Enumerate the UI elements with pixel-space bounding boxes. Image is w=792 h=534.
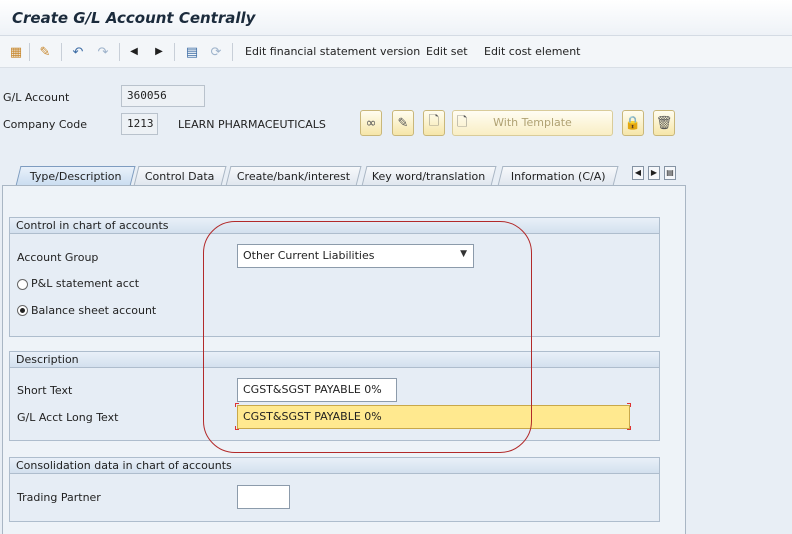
- overview-icon[interactable]: ▦: [8, 43, 24, 61]
- field-corner-marker: [235, 426, 239, 430]
- chevron-down-icon: ▼: [460, 249, 467, 259]
- field-corner-marker: [235, 403, 239, 407]
- toolbar-separator: [174, 43, 175, 61]
- toolbar-separator: [119, 43, 120, 61]
- company-code-label: Company Code: [3, 118, 87, 131]
- edit-set-button[interactable]: Edit set: [426, 45, 468, 58]
- lock-icon[interactable]: 🔒: [622, 110, 644, 136]
- tab-list-icon[interactable]: ▤: [664, 166, 676, 180]
- tab-label: Type/Description: [29, 170, 122, 183]
- tab-key-word-translation[interactable]: Key word/translation: [361, 166, 497, 186]
- tab-create-bank-interest[interactable]: Create/bank/interest: [225, 166, 362, 186]
- pencil-icon[interactable]: ✎: [392, 110, 414, 136]
- control-group-title: Control in chart of accounts: [9, 217, 660, 234]
- with-template-label: With Template: [493, 116, 572, 129]
- company-name: LEARN PHARMACEUTICALS: [178, 118, 326, 131]
- account-group-dropdown[interactable]: Other Current Liabilities ▼: [237, 244, 474, 268]
- field-corner-marker: [627, 403, 631, 407]
- account-group-label: Account Group: [17, 251, 99, 264]
- trash-icon[interactable]: 🗑: [653, 110, 675, 136]
- field-corner-marker: [627, 426, 631, 430]
- long-text-label: G/L Acct Long Text: [17, 411, 119, 424]
- template-document-icon: 🗋: [457, 115, 468, 130]
- gl-account-label: G/L Account: [3, 91, 70, 104]
- tab-label: Control Data: [145, 170, 215, 183]
- short-text-label: Short Text: [17, 384, 73, 397]
- trading-partner-label: Trading Partner: [17, 491, 101, 504]
- document-icon[interactable]: ▤: [183, 43, 201, 61]
- gl-account-field[interactable]: 360056: [121, 85, 205, 107]
- account-group-value: Other Current Liabilities: [243, 249, 375, 262]
- tab-label: Create/bank/interest: [236, 170, 350, 183]
- balance-sheet-label: Balance sheet account: [31, 304, 157, 317]
- edit-fs-version-button[interactable]: Edit financial statement version: [245, 45, 420, 58]
- pl-statement-label: P&L statement acct: [31, 277, 140, 290]
- previous-icon[interactable]: ◀: [127, 43, 141, 61]
- undo-icon[interactable]: ↶: [69, 43, 87, 61]
- short-text-input[interactable]: CGST&SGST PAYABLE 0%: [237, 378, 397, 402]
- long-text-input[interactable]: CGST&SGST PAYABLE 0%: [237, 405, 630, 429]
- toolbar-separator: [232, 43, 233, 61]
- consolidation-group-title: Consolidation data in chart of accounts: [9, 457, 660, 474]
- balance-sheet-radio[interactable]: [17, 305, 28, 316]
- page-title: Create G/L Account Centrally: [12, 9, 256, 27]
- tab-label: Information (C/A): [510, 170, 606, 183]
- tab-control-data[interactable]: Control Data: [133, 166, 227, 186]
- toolbar-separator: [61, 43, 62, 61]
- pl-statement-radio[interactable]: [17, 279, 28, 290]
- glasses-icon[interactable]: ∞: [360, 110, 382, 136]
- change-icon[interactable]: ✎: [36, 43, 54, 61]
- redo-icon[interactable]: ↷: [94, 43, 112, 61]
- new-document-icon[interactable]: 🗋: [423, 110, 445, 136]
- tab-type-description[interactable]: Type/Description: [15, 166, 136, 186]
- tab-information-ca[interactable]: Information (C/A): [497, 166, 619, 186]
- tab-scroll-left-icon[interactable]: ◀: [632, 166, 644, 180]
- company-code-field[interactable]: 1213: [121, 113, 158, 135]
- edit-cost-element-button[interactable]: Edit cost element: [484, 45, 580, 58]
- trading-partner-input[interactable]: [237, 485, 290, 509]
- toolbar-separator: [29, 43, 30, 61]
- tab-scroll-right-icon[interactable]: ▶: [648, 166, 660, 180]
- tab-label: Key word/translation: [372, 170, 486, 183]
- refresh-icon[interactable]: ⟳: [207, 43, 225, 61]
- with-template-button[interactable]: 🗋 With Template: [452, 110, 613, 136]
- next-icon[interactable]: ▶: [152, 43, 166, 61]
- description-group-title: Description: [9, 351, 660, 368]
